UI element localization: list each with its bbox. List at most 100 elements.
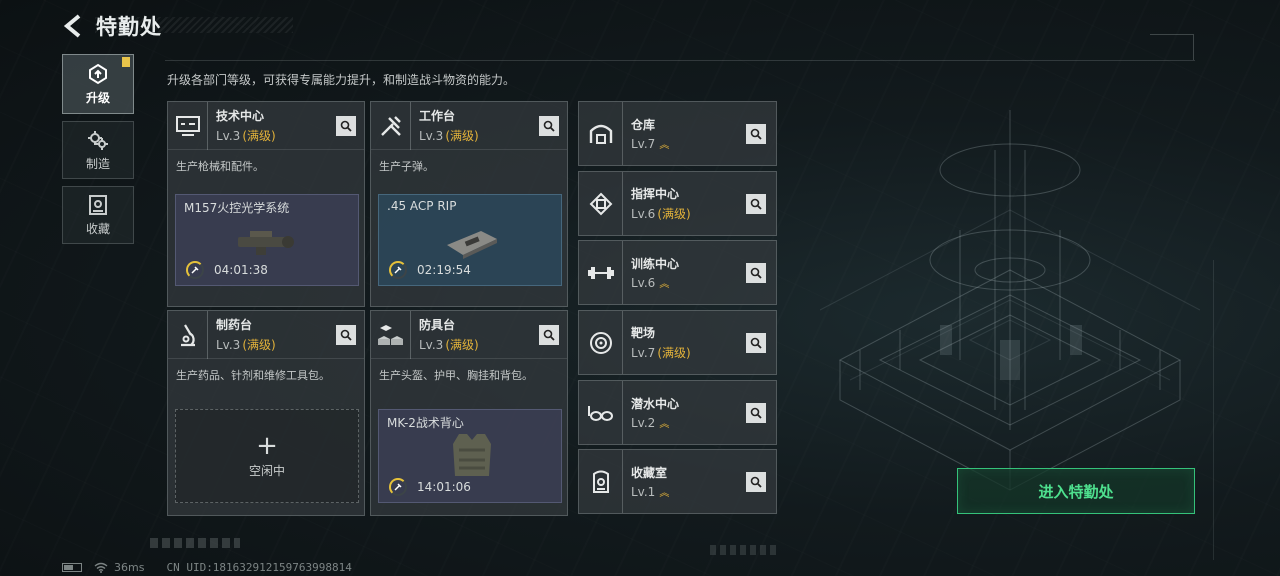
- upgrade-chevron-icon: ︽: [659, 279, 669, 290]
- facility-row-range[interactable]: 靶场 Lv.7 (满级): [578, 310, 777, 375]
- facility-row-collection-room[interactable]: 收藏室 Lv.1 ︽: [578, 449, 777, 514]
- facility-row-diving-center[interactable]: 潜水中心 Lv.2 ︽: [578, 380, 777, 445]
- wifi-icon: [94, 562, 108, 573]
- gears-icon: [88, 130, 108, 150]
- search-icon: [750, 476, 762, 488]
- search-icon: [750, 128, 762, 140]
- nav-label: 制造: [85, 156, 110, 171]
- craft-item-name: M157火控光学系统: [184, 201, 290, 215]
- dumbbell-icon: [579, 241, 623, 304]
- facility-level: Lv.1: [631, 485, 656, 499]
- max-level-badge: (满级): [657, 346, 691, 360]
- facility-card-tech-center[interactable]: 技术中心 Lv.3 (满级) 生产枪械和配件。 M157火控光学系统 04:01:…: [167, 101, 365, 307]
- nav-item-collection[interactable]: 收藏: [62, 186, 134, 244]
- search-icon: [750, 337, 762, 349]
- facility-description: 生产枪械和配件。: [176, 160, 264, 173]
- wrench-timer-icon: [186, 261, 204, 279]
- facility-row-command-center[interactable]: 指挥中心 Lv.6 (满级): [578, 171, 777, 236]
- max-level-badge: (满级): [657, 207, 691, 221]
- facility-level: Lv.3: [419, 129, 444, 143]
- facility-level: Lv.3: [419, 338, 444, 352]
- card-header: 防具台 Lv.3 (满级): [371, 310, 567, 359]
- facility-card-armor-bench[interactable]: 防具台 Lv.3 (满级) 生产头盔、护甲、胸挂和背包。 MK-2战术背心 14:…: [370, 310, 568, 516]
- idle-label: 空闲中: [248, 463, 285, 478]
- facility-row-warehouse[interactable]: 仓库 Lv.7 ︽: [578, 101, 777, 166]
- upgrade-chevron-icon: ︽: [659, 140, 669, 151]
- inspect-button[interactable]: [746, 472, 766, 492]
- facility-level: Lv.7: [631, 137, 656, 151]
- craft-time: 02:19:54: [417, 263, 471, 277]
- search-icon: [750, 407, 762, 419]
- facility-level: Lv.2: [631, 416, 656, 430]
- card-header: 技术中心 Lv.3 (满级): [168, 101, 364, 150]
- inspect-button[interactable]: [746, 194, 766, 214]
- max-level-badge: (满级): [445, 129, 479, 143]
- computer-icon: [168, 101, 208, 150]
- facility-row-training-center[interactable]: 训练中心 Lv.6 ︽: [578, 240, 777, 305]
- notification-badge: [122, 57, 130, 67]
- facility-name: 技术中心: [216, 109, 265, 123]
- vault-icon: [579, 450, 623, 513]
- facility-name: 仓库: [631, 118, 656, 132]
- nav-item-craft[interactable]: 制造: [62, 121, 134, 179]
- craft-slot[interactable]: MK-2战术背心 14:01:06: [378, 409, 562, 503]
- facility-level: Lv.6: [631, 276, 656, 290]
- tools-icon: [371, 101, 411, 150]
- facility-name: 训练中心: [631, 257, 680, 271]
- idle-craft-slot[interactable]: + 空闲中: [175, 409, 359, 503]
- divider: [1213, 260, 1214, 560]
- upgrade-chevron-icon: ︽: [659, 488, 669, 499]
- search-icon: [750, 198, 762, 210]
- target-icon: [579, 311, 623, 374]
- facility-card-workbench[interactable]: 工作台 Lv.3 (满级) 生产子弹。 .45 ACP RIP 02:19:54: [370, 101, 568, 307]
- craft-timer: 02:19:54: [389, 261, 471, 279]
- max-level-badge: (满级): [445, 338, 479, 352]
- facility-name: 工作台: [419, 109, 456, 123]
- inspect-button[interactable]: [746, 403, 766, 423]
- inspect-button[interactable]: [746, 124, 766, 144]
- facility-name: 防具台: [419, 318, 456, 332]
- facility-description: 生产子弹。: [379, 160, 434, 173]
- header: 特勤处: [60, 10, 162, 42]
- scope-icon: [238, 231, 294, 255]
- upgrade-chevron-icon: ︽: [659, 419, 669, 430]
- card-header: 制药台 Lv.3 (满级): [168, 310, 364, 359]
- nav-item-upgrade[interactable]: 升级: [62, 54, 134, 114]
- back-arrow-icon: [63, 14, 81, 38]
- status-bar: 36ms CN UID:181632912159763998814: [62, 561, 352, 574]
- wrench-timer-icon: [389, 478, 407, 496]
- wrench-timer-icon: [389, 261, 407, 279]
- craft-slot[interactable]: M157火控光学系统 04:01:38: [175, 194, 359, 286]
- craft-time: 04:01:38: [214, 263, 268, 277]
- search-icon: [340, 329, 352, 341]
- inspect-button[interactable]: [746, 333, 766, 353]
- inspect-button[interactable]: [539, 116, 559, 136]
- inspect-button[interactable]: [336, 325, 356, 345]
- craft-item-name: MK-2战术背心: [387, 416, 464, 430]
- microscope-icon: [168, 310, 208, 359]
- facility-name: 制药台: [216, 318, 253, 332]
- enter-special-ops-button[interactable]: 进入特勤处: [957, 468, 1195, 514]
- search-icon: [750, 267, 762, 279]
- add-icon: +: [256, 430, 278, 461]
- max-level-badge: (满级): [242, 338, 276, 352]
- corner-decoration: [1150, 34, 1194, 60]
- nav-label: 收藏: [85, 221, 110, 236]
- facility-level: Lv.3: [216, 338, 241, 352]
- inspect-button[interactable]: [746, 263, 766, 283]
- uid-text: CN UID:181632912159763998814: [166, 561, 352, 574]
- decoration: [150, 538, 240, 548]
- back-button[interactable]: [60, 11, 86, 41]
- search-icon: [543, 329, 555, 341]
- facility-name: 潜水中心: [631, 397, 680, 411]
- max-level-badge: (满级): [242, 129, 276, 143]
- inspect-button[interactable]: [336, 116, 356, 136]
- craft-item-name: .45 ACP RIP: [387, 199, 457, 213]
- side-nav: 升级 制造 收藏: [62, 54, 136, 251]
- goggles-icon: [579, 381, 623, 444]
- facility-card-pharmacy[interactable]: 制药台 Lv.3 (满级) 生产药品、针剂和维修工具包。 + 空闲中: [167, 310, 365, 516]
- craft-slot[interactable]: .45 ACP RIP 02:19:54: [378, 194, 562, 286]
- vest-icon: [453, 434, 491, 476]
- inspect-button[interactable]: [539, 325, 559, 345]
- facility-level: Lv.7: [631, 346, 656, 360]
